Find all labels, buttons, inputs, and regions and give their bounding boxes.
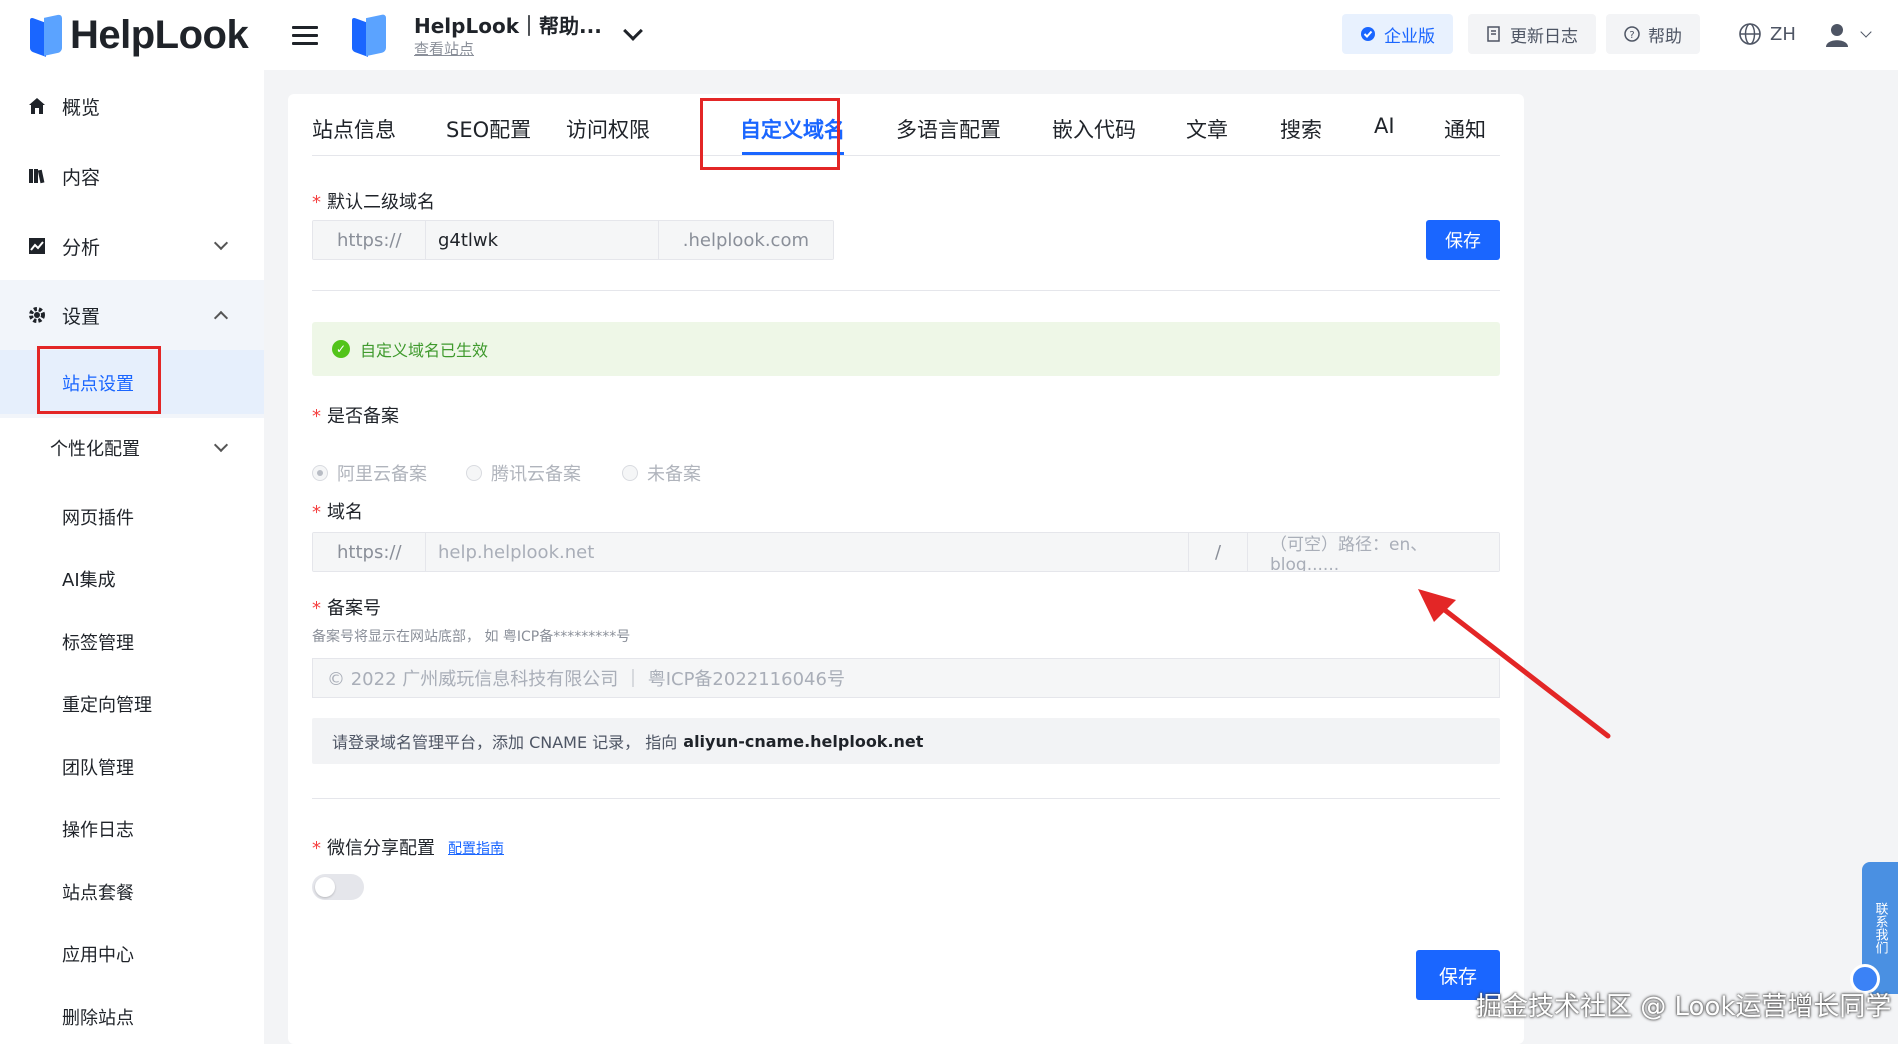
sidebar-item-operation-log[interactable]: 操作日志: [62, 816, 134, 842]
brand-logo[interactable]: HelpLook: [30, 10, 249, 60]
icp-label: * 备案号: [312, 598, 381, 619]
question-icon: ?: [1624, 26, 1640, 42]
globe-icon: [1739, 23, 1761, 45]
sidebar-item-analytics[interactable]: 分析: [0, 216, 264, 276]
check-badge-icon: [1360, 26, 1376, 42]
wechat-share-label: * 微信分享配置: [312, 838, 435, 859]
tab-access[interactable]: 访问权限: [566, 114, 650, 144]
user-avatar-icon: [1826, 24, 1848, 47]
sidebar-item-overview[interactable]: 概览: [0, 76, 264, 136]
home-icon: [26, 95, 48, 117]
filing-option-aliyun[interactable]: 阿里云备案: [312, 460, 427, 486]
sidebar-item-label: 个性化配置: [50, 439, 140, 460]
subdomain-label: * 默认二级域名: [312, 192, 435, 213]
section-divider: [312, 798, 1500, 799]
sidebar-item-site-settings[interactable]: 站点设置: [62, 370, 134, 396]
sidebar-item-label: 设置: [62, 305, 101, 328]
view-site-link[interactable]: 查看站点: [414, 38, 474, 59]
tab-search[interactable]: 搜索: [1280, 114, 1322, 144]
sidebar-item-app-center[interactable]: 应用中心: [62, 941, 134, 967]
enterprise-label: 企业版: [1384, 26, 1435, 47]
sidebar-item-redirect-management[interactable]: 重定向管理: [62, 691, 152, 717]
settings-panel: 站点信息 SEO配置 访问权限 自定义域名 多语言配置 嵌入代码 文章 搜索 A…: [288, 94, 1524, 1044]
sidebar: HelpLook 概览 内容 分析 设置 站点设置 个性化配置 网页插件 AI集…: [0, 0, 264, 1044]
alert-text: 自定义域名已生效: [360, 341, 489, 360]
path-input[interactable]: （可空）路径：en、blog......: [1247, 533, 1499, 571]
filing-option-tencent[interactable]: 腾讯云备案: [466, 460, 581, 486]
tab-ai[interactable]: AI: [1374, 114, 1395, 138]
tab-notification[interactable]: 通知: [1444, 114, 1486, 144]
success-check-icon: ✓: [332, 340, 350, 358]
tab-articles[interactable]: 文章: [1186, 114, 1228, 144]
radio-icon: [312, 465, 328, 481]
icp-input[interactable]: © 2022 广州威玩信息科技有限公司 ｜ 粤ICP备2022116046号: [312, 658, 1500, 698]
logo-text: HelpLook: [70, 12, 249, 57]
sidebar-item-label: 内容: [62, 166, 101, 189]
chevron-up-icon: [213, 310, 229, 326]
document-icon: [1486, 26, 1502, 42]
filing-label: * 是否备案: [312, 406, 399, 427]
domain-input[interactable]: help.helplook.net: [425, 533, 1189, 571]
domain-prefix: https://: [313, 533, 425, 571]
chevron-down-icon: [213, 235, 229, 251]
user-menu[interactable]: [1824, 20, 1872, 50]
tab-site-info[interactable]: 站点信息: [312, 114, 396, 144]
sidebar-item-label: 概览: [62, 96, 101, 119]
radio-icon: [622, 465, 638, 481]
cname-instruction: 请登录域名管理平台，添加 CNAME 记录， 指向 aliyun-cname.he…: [312, 718, 1500, 764]
icp-hint: 备案号将显示在网站底部， 如 粤ICP备*********号: [312, 629, 631, 645]
site-switch-chevron-icon[interactable]: [623, 21, 643, 41]
radio-icon: [466, 465, 482, 481]
domain-field: https:// help.helplook.net / （可空）路径：en、b…: [312, 532, 1500, 572]
subdomain-prefix: https://: [313, 221, 425, 259]
subdomain-input[interactable]: g4tlwk: [425, 221, 659, 259]
tab-embed-code[interactable]: 嵌入代码: [1052, 114, 1136, 144]
sidebar-item-tag-management[interactable]: 标签管理: [62, 629, 134, 655]
sidebar-item-label: 分析: [62, 236, 101, 259]
enterprise-badge[interactable]: 企业版: [1342, 14, 1453, 54]
section-divider: [312, 290, 1500, 291]
sidebar-item-ai-integration[interactable]: AI集成: [62, 566, 116, 592]
site-logo-icon: [352, 12, 388, 58]
filing-option-none[interactable]: 未备案: [622, 460, 701, 486]
site-name[interactable]: HelpLook｜帮助...: [414, 10, 602, 39]
sidebar-item-web-plugin[interactable]: 网页插件: [62, 504, 134, 530]
sidebar-item-delete-site[interactable]: 删除站点: [62, 1004, 134, 1030]
tab-bar: 站点信息 SEO配置 访问权限 自定义域名 多语言配置 嵌入代码 文章 搜索 A…: [312, 94, 1500, 156]
menu-collapse-icon[interactable]: [292, 26, 318, 46]
chevron-down-icon: [213, 437, 229, 453]
language-switch[interactable]: ZH: [1738, 22, 1796, 46]
sidebar-item-personalization[interactable]: 个性化配置: [0, 418, 264, 478]
changelog-button[interactable]: 更新日志: [1468, 14, 1596, 54]
annotation-arrow-icon: [1418, 589, 1611, 739]
tab-multilanguage[interactable]: 多语言配置: [896, 114, 1001, 144]
help-button[interactable]: ? 帮助: [1606, 14, 1700, 54]
tab-seo[interactable]: SEO配置: [446, 114, 531, 144]
changelog-label: 更新日志: [1510, 26, 1578, 47]
sidebar-item-settings[interactable]: 设置: [0, 285, 264, 345]
wechat-share-toggle[interactable]: [312, 874, 364, 900]
help-label: 帮助: [1648, 26, 1682, 47]
watermark: 掘金技术社区 @ Look运营增长同学: [1476, 992, 1892, 1022]
domain-active-alert: ✓ 自定义域名已生效: [312, 322, 1500, 376]
subdomain-suffix: .helplook.com: [658, 221, 833, 259]
language-label: ZH: [1770, 23, 1796, 45]
cname-target: aliyun-cname.helplook.net: [683, 731, 924, 751]
highlight-box-custom-domain-tab: [700, 98, 840, 170]
path-separator: /: [1189, 533, 1247, 571]
wechat-guide-link[interactable]: 配置指南: [448, 838, 504, 858]
book-icon: [26, 165, 48, 187]
domain-label: * 域名: [312, 502, 363, 523]
gear-icon: [26, 304, 48, 326]
save-subdomain-button[interactable]: 保存: [1426, 220, 1500, 260]
chevron-down-icon: [1860, 26, 1872, 38]
subdomain-field: https:// g4tlwk .helplook.com: [312, 220, 834, 260]
chart-icon: [26, 235, 48, 257]
top-bar: HelpLook｜帮助... 查看站点 企业版 更新日志 ? 帮助 ZH: [264, 0, 1898, 70]
logo-icon: [30, 14, 64, 57]
sidebar-item-site-plan[interactable]: 站点套餐: [62, 879, 134, 905]
sidebar-item-team-management[interactable]: 团队管理: [62, 754, 134, 780]
sidebar-item-content[interactable]: 内容: [0, 146, 264, 206]
svg-text:?: ?: [1629, 30, 1634, 41]
